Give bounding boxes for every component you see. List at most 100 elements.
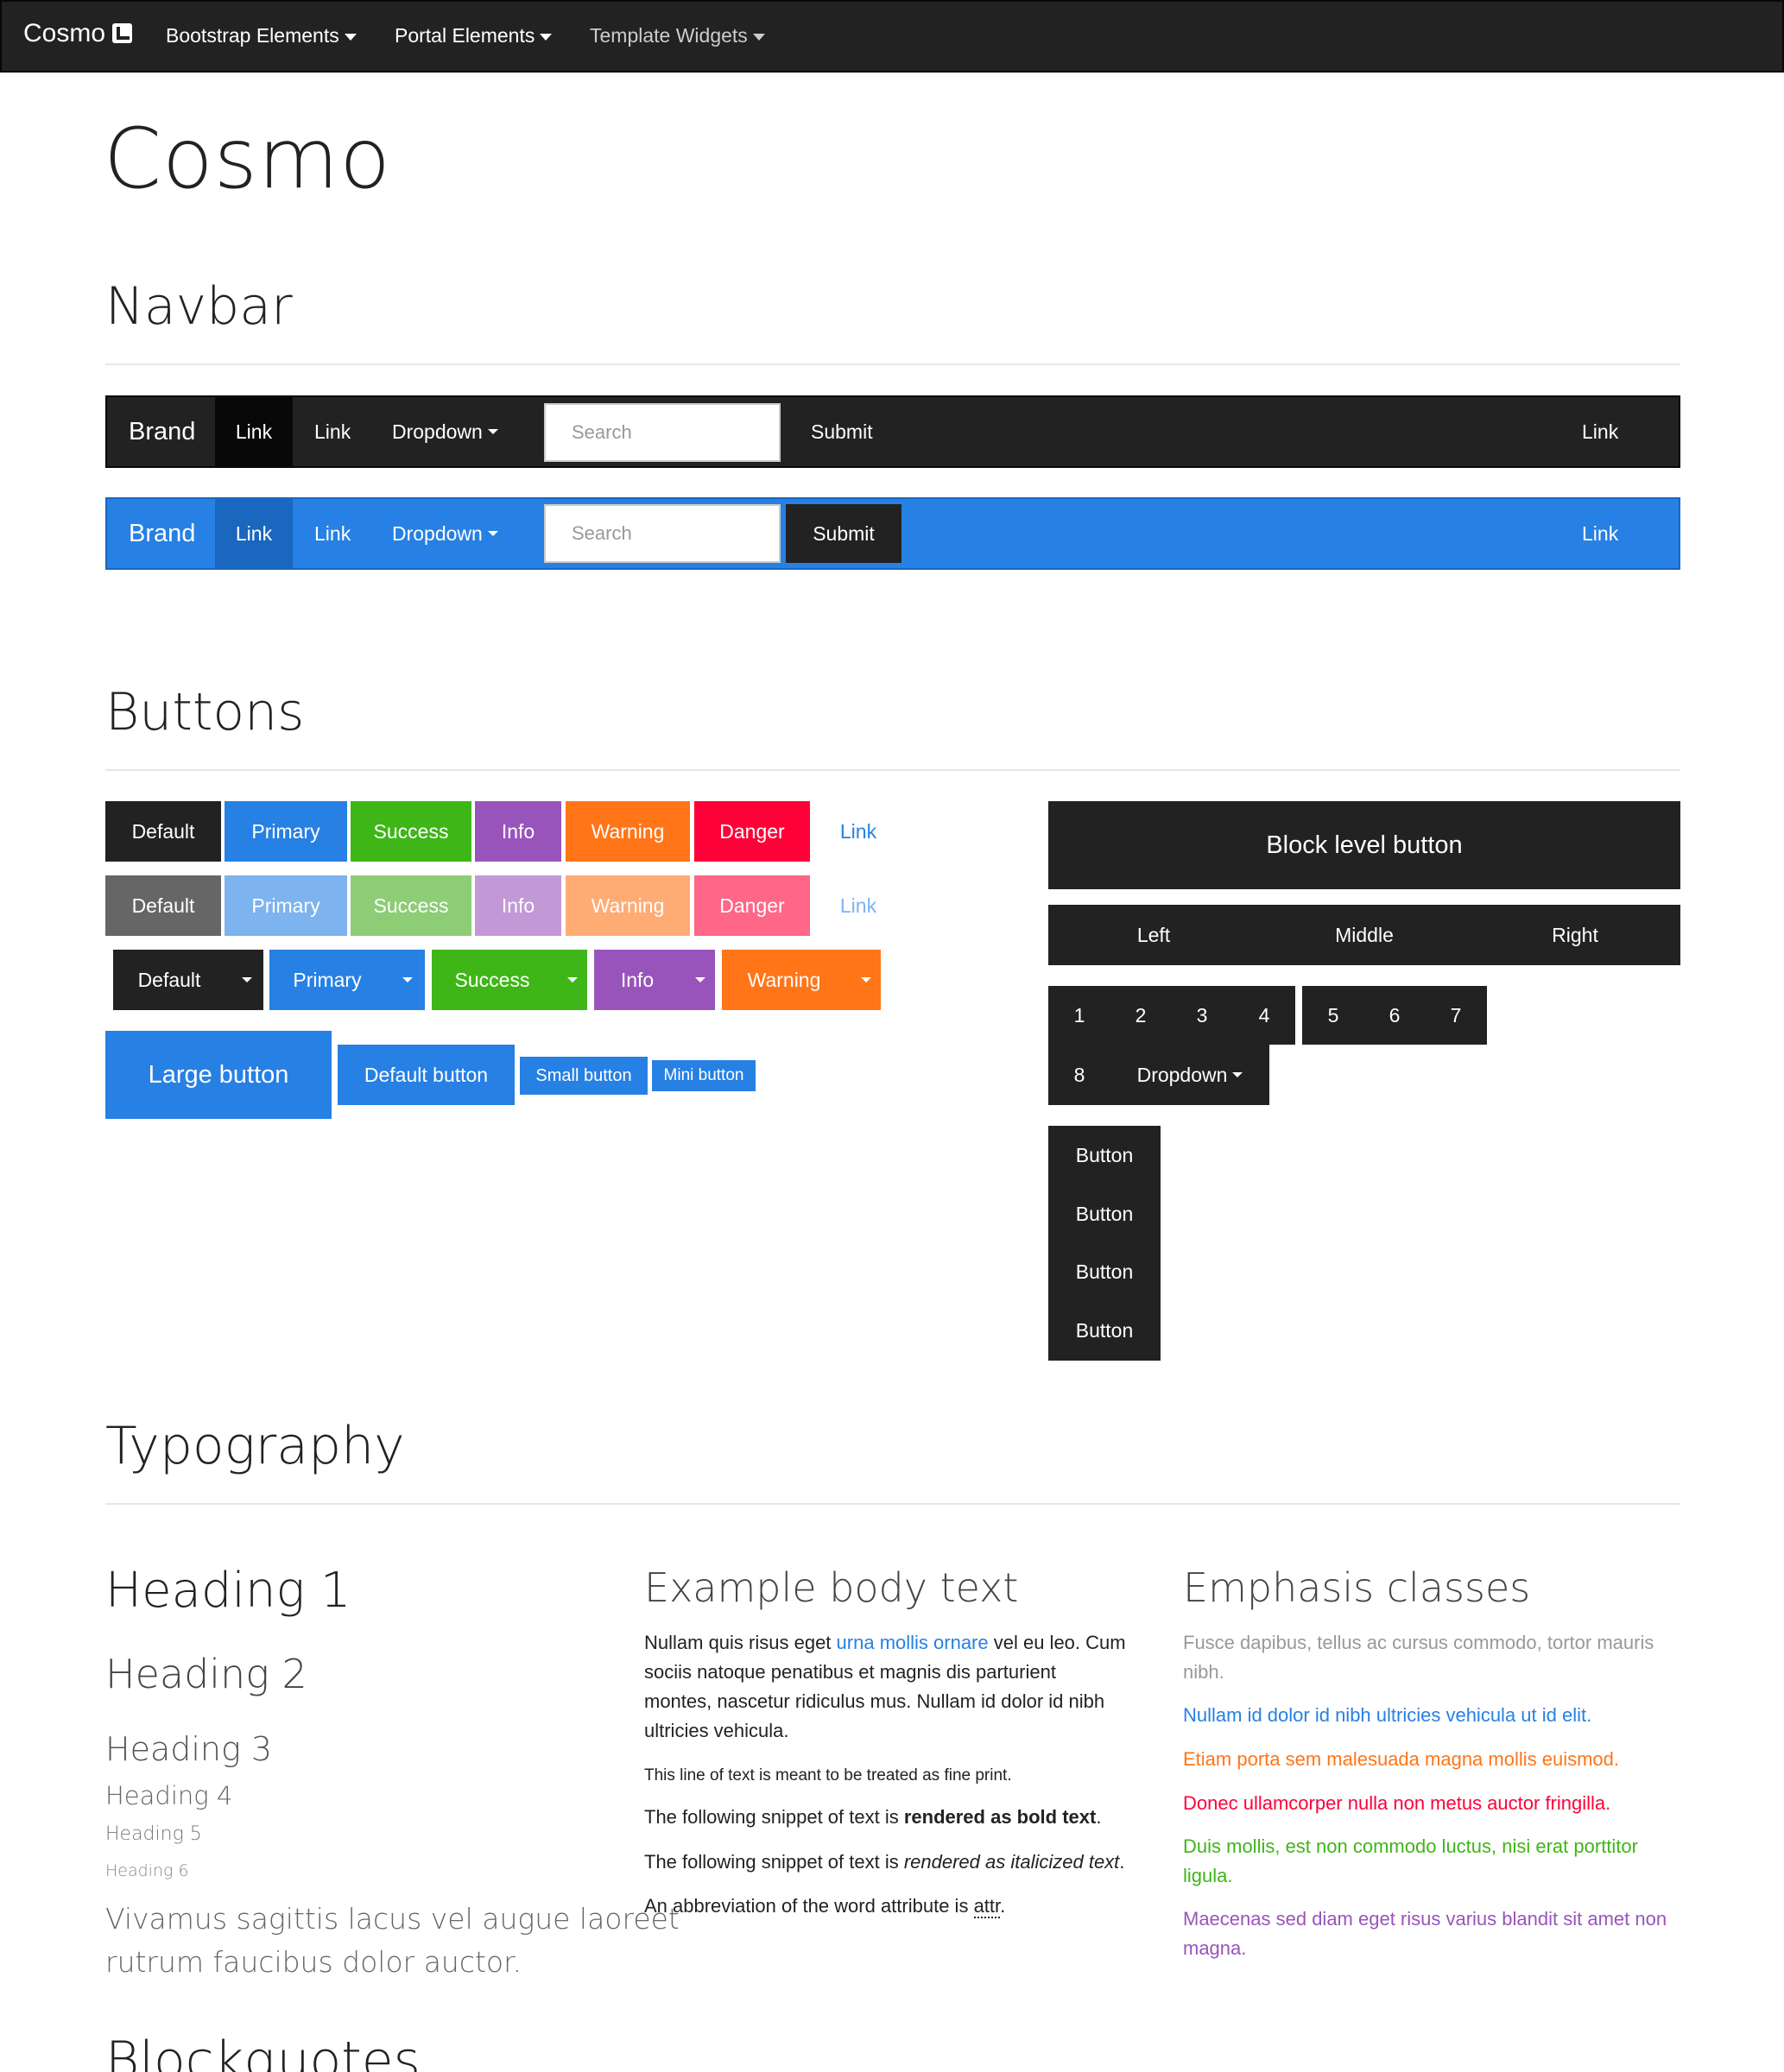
primary-button-disabled[interactable]: Primary	[225, 875, 347, 936]
group-button-8[interactable]: 8	[1048, 1045, 1110, 1105]
group-dropdown-button[interactable]: Dropdown	[1110, 1045, 1269, 1105]
navbar-link[interactable]: Link	[314, 499, 351, 568]
warning-split-toggle[interactable]	[846, 950, 881, 1010]
text-warning: Etiam porta sem malesuada magna mollis e…	[1183, 1748, 1620, 1770]
navbar-search-input[interactable]: Search	[544, 403, 781, 462]
navbar-inverse: Brand Link Link Dropdown Search Submit L…	[105, 395, 1680, 468]
vertical-button-2[interactable]: Button	[1048, 1184, 1161, 1243]
default-split-button[interactable]: Default	[113, 950, 225, 1010]
small-button[interactable]: Small button	[520, 1057, 648, 1095]
justified-right-button[interactable]: Right	[1470, 905, 1680, 965]
group-button-6[interactable]: 6	[1364, 986, 1425, 1045]
warning-button[interactable]: Warning	[566, 801, 690, 862]
emphasis-heading: Emphasis classes	[1183, 1564, 1531, 1611]
text: .	[1000, 1895, 1006, 1917]
section-heading-typography: Typography	[105, 1416, 405, 1476]
danger-button-disabled[interactable]: Danger	[694, 875, 810, 936]
inline-link[interactable]: urna mollis ornare	[837, 1632, 989, 1653]
navbar-dropdown[interactable]: Dropdown	[392, 499, 498, 568]
success-split-toggle[interactable]	[553, 950, 587, 1010]
group-button-2[interactable]: 2	[1110, 986, 1171, 1045]
navbar-search-input[interactable]: Search	[544, 504, 781, 563]
warning-button-disabled[interactable]: Warning	[566, 875, 690, 936]
text: .	[1119, 1851, 1125, 1873]
navbar-submit-button[interactable]: Submit	[786, 504, 901, 563]
nav-label: Template Widgets	[590, 24, 748, 47]
block-level-button[interactable]: Block level button	[1048, 801, 1680, 889]
brand-label: Cosmo	[23, 19, 106, 47]
info-button[interactable]: Info	[475, 801, 561, 862]
default-split-toggle[interactable]	[225, 950, 263, 1010]
group-button-3[interactable]: 3	[1171, 986, 1233, 1045]
group-button-5[interactable]: 5	[1302, 986, 1364, 1045]
group-button-7[interactable]: 7	[1425, 986, 1487, 1045]
primary-button[interactable]: Primary	[225, 801, 347, 862]
info-button-disabled[interactable]: Info	[475, 875, 561, 936]
info-split-button[interactable]: Info	[594, 950, 680, 1010]
warning-split-button[interactable]: Warning	[722, 950, 846, 1010]
navbar-brand[interactable]: Brand	[129, 499, 195, 568]
vertical-button-1[interactable]: Button	[1048, 1126, 1161, 1184]
abbr-text-line: An abbreviation of the word attribute is…	[644, 1892, 1005, 1921]
muted-line: nibh.	[1183, 1661, 1224, 1683]
vertical-button-4[interactable]: Button	[1048, 1300, 1161, 1361]
large-button[interactable]: Large button	[105, 1031, 332, 1119]
nav-template-widgets[interactable]: Template Widgets	[590, 24, 765, 47]
caret-down-icon	[242, 977, 252, 982]
nav-label: Bootstrap Elements	[166, 24, 339, 47]
link-button[interactable]: Link	[815, 801, 901, 862]
text: An abbreviation of the word attribute is	[644, 1895, 974, 1917]
brand-link[interactable]: Cosmo	[23, 19, 133, 48]
default-button-disabled[interactable]: Default	[105, 875, 221, 936]
top-navbar: Cosmo Bootstrap Elements Portal Elements…	[0, 0, 1784, 73]
heading-2: Heading 2	[105, 1651, 307, 1697]
para-text: vel eu leo. Cum	[988, 1632, 1126, 1653]
caret-down-icon	[487, 531, 498, 536]
body-text-heading: Example body text	[644, 1564, 1019, 1611]
link-button-disabled[interactable]: Link	[815, 875, 901, 936]
nav-portal-elements[interactable]: Portal Elements	[395, 24, 553, 47]
italic-text-line: The following snippet of text is rendere…	[644, 1848, 1124, 1877]
default-button[interactable]: Default	[105, 801, 221, 862]
navbar-right-link[interactable]: Link	[1582, 499, 1618, 568]
success-button-disabled[interactable]: Success	[351, 875, 471, 936]
default-size-button[interactable]: Default button	[338, 1045, 515, 1105]
para-line: montes, nascetur ridiculus mus. Nullam i…	[644, 1690, 1105, 1712]
navbar-dropdown[interactable]: Dropdown	[392, 397, 498, 466]
dropdown-label: Dropdown	[392, 420, 483, 443]
caret-down-icon	[567, 977, 578, 982]
text-success: Duis mollis, est non commodo luctus, nis…	[1183, 1832, 1638, 1891]
navbar-link-active[interactable]: Link	[215, 499, 293, 568]
primary-split-toggle[interactable]	[385, 950, 425, 1010]
nav-bootstrap-elements[interactable]: Bootstrap Elements	[166, 24, 357, 47]
justified-left-button[interactable]: Left	[1048, 905, 1259, 965]
dropdown-label: Dropdown	[392, 521, 483, 545]
success-split-button[interactable]: Success	[432, 950, 553, 1010]
info-split-toggle[interactable]	[680, 950, 715, 1010]
group-button-1[interactable]: 1	[1048, 986, 1110, 1045]
text-muted: Fusce dapibus, tellus ac cursus commodo,…	[1183, 1628, 1654, 1687]
lead-text: Vivamus sagittis lacus vel augue laoreet…	[105, 1898, 680, 1984]
page-title: Cosmo	[104, 111, 392, 207]
danger-button[interactable]: Danger	[694, 801, 810, 862]
success-button[interactable]: Success	[351, 801, 471, 862]
lead-line: Vivamus sagittis lacus vel augue laoreet	[105, 1902, 680, 1936]
bold-text-line: The following snippet of text is rendere…	[644, 1803, 1101, 1832]
para-line: sociis natoque penatibus et magnis dis p…	[644, 1661, 1056, 1683]
group-button-4[interactable]: 4	[1233, 986, 1295, 1045]
navbar-link[interactable]: Link	[314, 397, 351, 466]
navbar-brand[interactable]: Brand	[129, 397, 195, 466]
text-info: Maecenas sed diam eget risus varius blan…	[1183, 1905, 1667, 1963]
navbar-link-active[interactable]: Link	[215, 397, 293, 466]
text-primary: Nullam id dolor id nibh ultricies vehicu…	[1183, 1704, 1592, 1726]
mini-button[interactable]: Mini button	[652, 1060, 756, 1091]
navbar-submit-button[interactable]: Submit	[811, 397, 873, 466]
divider	[105, 1503, 1680, 1505]
primary-split-button[interactable]: Primary	[269, 950, 385, 1010]
caret-down-icon	[540, 33, 553, 41]
justified-middle-button[interactable]: Middle	[1259, 905, 1470, 965]
nav-label: Portal Elements	[395, 24, 535, 47]
vertical-button-3[interactable]: Button	[1048, 1243, 1161, 1300]
muted-line: Fusce dapibus, tellus ac cursus commodo,…	[1183, 1632, 1654, 1653]
navbar-right-link[interactable]: Link	[1582, 397, 1618, 466]
